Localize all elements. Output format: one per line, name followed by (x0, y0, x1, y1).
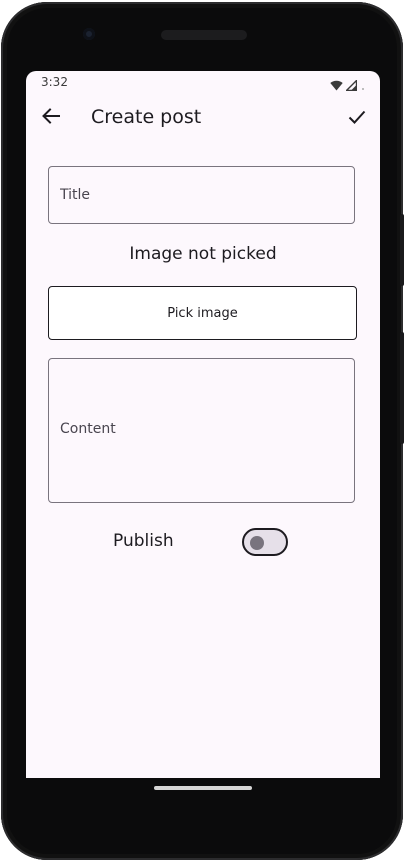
arrow-back-icon (42, 108, 60, 128)
switch-knob (250, 536, 264, 550)
check-icon (348, 109, 366, 128)
back-button[interactable] (38, 105, 64, 131)
content-input[interactable] (48, 358, 355, 503)
earpiece-speaker (161, 30, 247, 40)
title-input[interactable] (48, 166, 355, 224)
status-icons (330, 76, 366, 95)
publish-label: Publish (113, 531, 174, 551)
home-indicator[interactable] (154, 786, 252, 790)
image-status-text: Image not picked (129, 244, 277, 264)
battery-icon (360, 76, 366, 95)
front-camera (83, 28, 95, 40)
status-bar: 3:32 (26, 71, 380, 95)
power-button (400, 332, 404, 444)
confirm-button[interactable] (344, 105, 370, 131)
app-screen: 3:32 Create post Title Image not picked … (26, 71, 380, 778)
publish-switch[interactable] (242, 528, 288, 556)
app-bar: Create post (26, 95, 380, 141)
cell-signal-icon (344, 76, 358, 95)
volume-button (400, 214, 404, 286)
status-time: 3:32 (41, 75, 68, 89)
phone-frame: 3:32 Create post Title Image not picked … (1, 2, 404, 860)
page-title: Create post (91, 106, 202, 128)
pick-image-button[interactable]: Pick image (48, 286, 357, 340)
wifi-icon (330, 76, 343, 95)
